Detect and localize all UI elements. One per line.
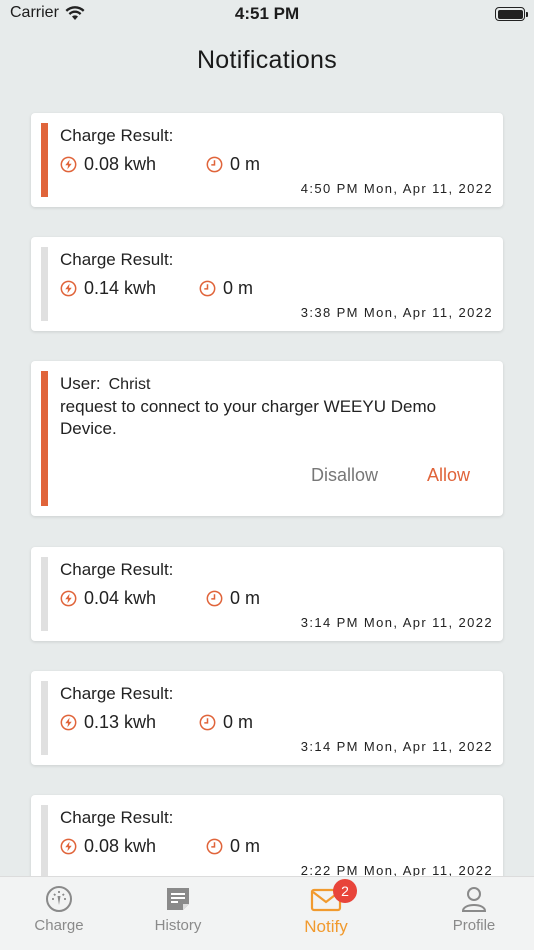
clock-icon	[206, 838, 223, 855]
gauge-icon	[46, 886, 72, 912]
duration-metric: 0 m	[206, 836, 260, 857]
energy-metric: 0.08 kwh	[60, 836, 156, 857]
status-bar: Carrier 4:51 PM	[0, 0, 534, 28]
bolt-icon	[60, 280, 77, 297]
read-indicator	[41, 681, 48, 755]
read-indicator	[41, 557, 48, 631]
card-heading: Charge Result:	[60, 126, 174, 145]
duration-value: 0 m	[230, 154, 261, 174]
user-name: Christ	[108, 376, 151, 393]
user-icon	[461, 887, 487, 912]
duration-metric: 0 m	[206, 154, 260, 175]
battery-icon	[495, 7, 528, 21]
card-heading: Charge Result:	[60, 684, 174, 703]
tab-charge[interactable]: Charge	[9, 885, 109, 934]
card-heading: Charge Result:	[60, 808, 174, 827]
energy-metric: 0.13 kwh	[60, 712, 156, 733]
notification-card[interactable]: Charge Result: 0.04 kwh 0 m 3:14 PM Mon,…	[31, 547, 503, 641]
duration-metric: 0 m	[199, 712, 253, 733]
energy-value: 0.04 kwh	[84, 588, 157, 608]
notification-card[interactable]: Charge Result: 0.08 kwh 0 m 4:50 PM Mon,…	[31, 113, 503, 207]
duration-value: 0 m	[223, 712, 254, 732]
read-indicator	[41, 247, 48, 321]
tab-history[interactable]: History	[128, 885, 228, 934]
notification-card[interactable]: Charge Result: 0.13 kwh 0 m 3:14 PM Mon,…	[31, 671, 503, 765]
read-indicator	[41, 805, 48, 879]
unread-indicator	[41, 371, 48, 506]
unread-indicator	[41, 123, 48, 197]
history-icon	[167, 888, 189, 910]
user-label: User:	[60, 374, 101, 393]
duration-value: 0 m	[230, 588, 261, 608]
tab-profile[interactable]: Profile	[424, 885, 524, 934]
clock-icon	[206, 590, 223, 607]
notification-card[interactable]: Charge Result: 0.08 kwh 0 m 2:22 PM Mon,…	[31, 795, 503, 889]
clock-icon	[199, 280, 216, 297]
tab-label: History	[154, 917, 202, 934]
energy-value: 0.08 kwh	[84, 154, 157, 174]
tab-bar: Charge History 2 Notify Profile	[0, 876, 534, 950]
energy-metric: 0.04 kwh	[60, 588, 156, 609]
request-user-line: User: Christ	[60, 374, 150, 394]
duration-value: 0 m	[230, 836, 261, 856]
connection-request-card: User: Christ request to connect to your c…	[31, 361, 503, 516]
timestamp: 4:50 PM Mon, Apr 11, 2022	[300, 181, 493, 196]
duration-metric: 0 m	[199, 278, 253, 299]
allow-button[interactable]: Allow	[427, 465, 470, 486]
disallow-button[interactable]: Disallow	[311, 465, 378, 486]
bolt-icon	[60, 156, 77, 173]
timestamp: 3:38 PM Mon, Apr 11, 2022	[300, 305, 493, 320]
notification-badge: 2	[333, 879, 357, 903]
energy-value: 0.08 kwh	[84, 836, 157, 856]
duration-value: 0 m	[223, 278, 254, 298]
tab-label: Charge	[34, 917, 84, 934]
status-time: 4:51 PM	[234, 4, 300, 23]
energy-value: 0.14 kwh	[84, 278, 157, 298]
energy-metric: 0.14 kwh	[60, 278, 156, 299]
card-heading: Charge Result:	[60, 560, 174, 579]
request-message: request to connect to your charger WEEYU…	[60, 397, 437, 438]
energy-metric: 0.08 kwh	[60, 154, 156, 175]
card-heading: Charge Result:	[60, 250, 174, 269]
tab-label: Profile	[452, 917, 496, 934]
tab-label: Notify	[304, 917, 348, 936]
clock-icon	[206, 156, 223, 173]
page-title: Notifications	[196, 46, 338, 74]
notification-card[interactable]: Charge Result: 0.14 kwh 0 m 3:38 PM Mon,…	[31, 237, 503, 331]
duration-metric: 0 m	[206, 588, 260, 609]
bolt-icon	[60, 838, 77, 855]
timestamp: 3:14 PM Mon, Apr 11, 2022	[300, 615, 493, 630]
energy-value: 0.13 kwh	[84, 712, 157, 732]
clock-icon	[199, 714, 216, 731]
timestamp: 3:14 PM Mon, Apr 11, 2022	[300, 739, 493, 754]
tab-notify[interactable]: 2 Notify	[276, 879, 376, 937]
bolt-icon	[60, 714, 77, 731]
bolt-icon	[60, 590, 77, 607]
